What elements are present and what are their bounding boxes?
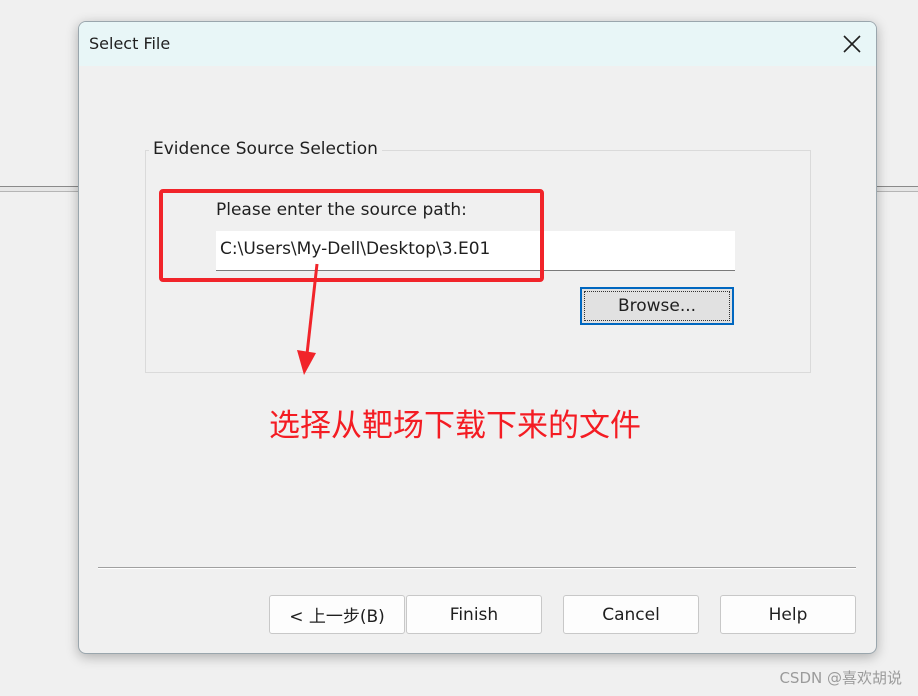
select-file-dialog: Select File Evidence Source Selection Pl…	[78, 21, 877, 654]
close-button[interactable]	[836, 28, 868, 60]
back-button-label: < 上一步(B)	[289, 607, 385, 627]
close-icon	[843, 35, 861, 53]
background-divider-left	[0, 186, 80, 192]
annotation-arrow-icon	[297, 263, 319, 375]
help-button[interactable]: Help	[720, 595, 856, 634]
background-divider-right	[875, 186, 918, 192]
finish-button-label: Finish	[449, 604, 499, 625]
annotation-text: 选择从靶场下载下来的文件	[269, 408, 641, 444]
title-bar[interactable]: Select File	[79, 22, 876, 66]
browse-button[interactable]: Browse...	[580, 287, 734, 325]
help-button-label: Help	[768, 604, 808, 625]
csdn-watermark: CSDN @喜欢胡说	[779, 669, 902, 687]
groupbox-legend: Evidence Source Selection	[149, 139, 382, 159]
annotation-highlight-box	[159, 189, 544, 282]
cancel-button[interactable]: Cancel	[563, 595, 699, 634]
back-button[interactable]: < 上一步(B)	[269, 595, 405, 634]
cancel-button-label: Cancel	[602, 604, 660, 625]
footer-separator	[98, 567, 856, 569]
window-title: Select File	[89, 34, 171, 53]
finish-button[interactable]: Finish	[406, 595, 542, 634]
browse-button-label: Browse...	[617, 296, 697, 316]
